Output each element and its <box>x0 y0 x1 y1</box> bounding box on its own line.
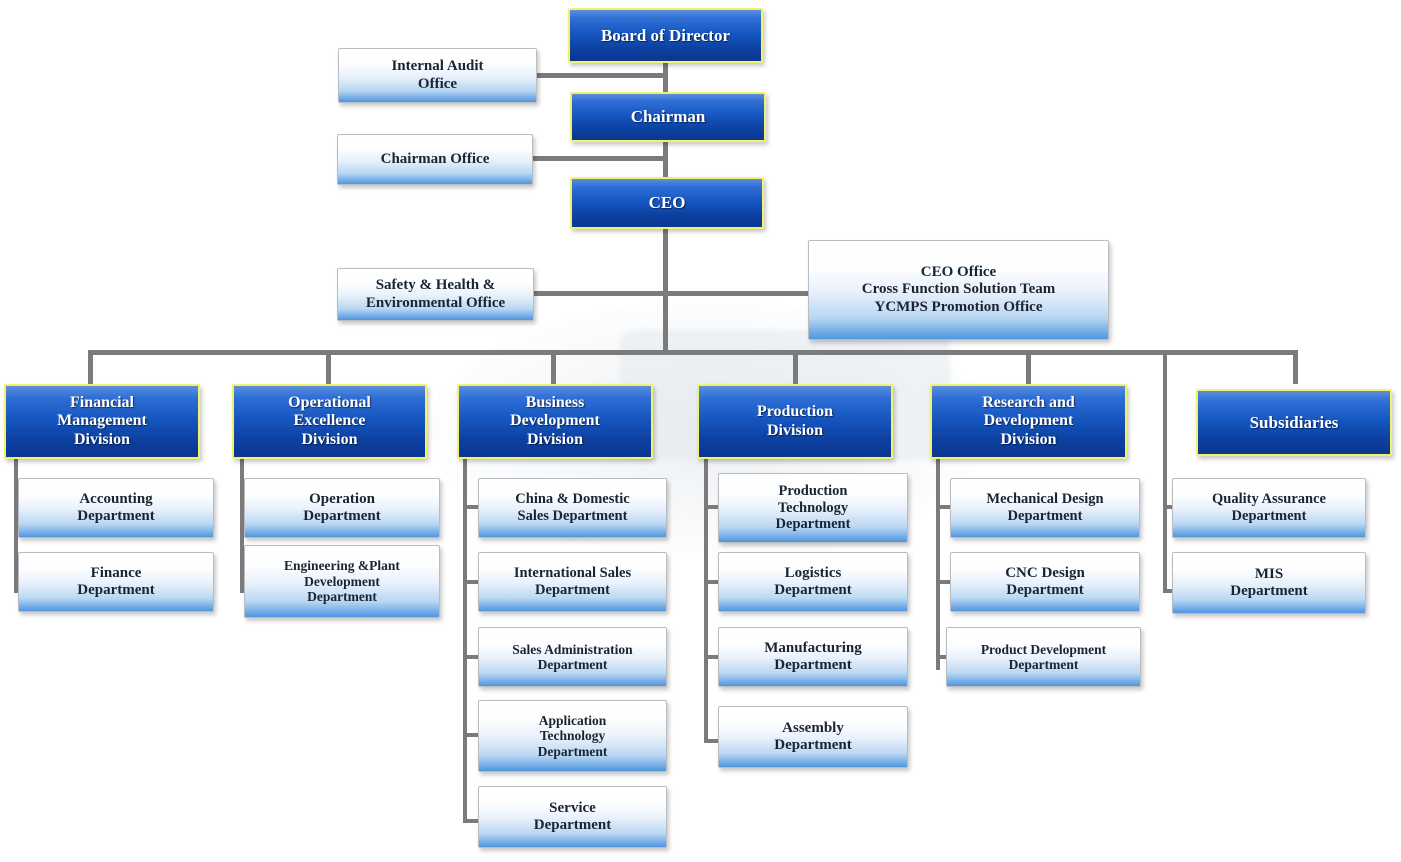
stub-china-domestic-sales <box>463 505 479 509</box>
node-business-development-division[interactable]: Business Development Division <box>457 384 653 459</box>
connector-bus-to-business-development <box>551 350 556 384</box>
node-research-development-division[interactable]: Research and Development Division <box>930 384 1127 459</box>
node-label: Safety & Health & Environmental Office <box>365 277 506 311</box>
connector-ceo-office-to-spine <box>663 291 810 296</box>
node-label: Production Division <box>756 403 834 439</box>
ceo-office-line-1: CEO Office <box>920 264 997 281</box>
node-label: Chairman Office <box>380 150 490 167</box>
node-label: Production Technology Department <box>775 483 851 533</box>
connector-safety-office-to-spine <box>529 291 665 296</box>
node-label: International Sales Department <box>513 565 632 598</box>
node-chairman-office[interactable]: Chairman Office <box>337 134 533 185</box>
node-product-development-department[interactable]: Product Development Department <box>946 627 1141 687</box>
node-international-sales-department[interactable]: International Sales Department <box>478 552 667 612</box>
connector-internal-audit-to-spine <box>531 73 665 78</box>
node-chairman[interactable]: Chairman <box>570 92 766 142</box>
node-label: Finance Department <box>77 564 155 598</box>
org-chart-canvas: Board of Director Chairman CEO Internal … <box>0 0 1401 862</box>
node-cnc-design-department[interactable]: CNC Design Department <box>950 552 1140 612</box>
node-label: Internal Audit Office <box>391 58 484 92</box>
node-label: CNC Design Department <box>1005 564 1085 598</box>
spine-business-development <box>463 456 467 823</box>
spine-research-development <box>936 456 940 670</box>
node-subsidiaries-division[interactable]: Subsidiaries <box>1196 389 1392 456</box>
connector-bus-to-financial-management <box>88 350 93 384</box>
stub-application-technology <box>463 733 479 737</box>
node-label: Quality Assurance Department <box>1212 491 1326 524</box>
node-label: Business Development Division <box>510 394 600 448</box>
connector-bus-to-operational-excellence <box>326 350 331 384</box>
node-ceo-office[interactable]: CEO Office Cross Function Solution Team … <box>808 240 1109 340</box>
node-label: Financial Management Division <box>57 394 147 448</box>
node-operational-excellence-division[interactable]: Operational Excellence Division <box>232 384 427 459</box>
node-quality-assurance-department[interactable]: Quality Assurance Department <box>1172 478 1366 538</box>
stub-service <box>463 819 479 823</box>
node-label: Subsidiaries <box>1249 412 1339 432</box>
node-application-technology-department[interactable]: Application Technology Department <box>478 700 667 772</box>
node-label: Manufacturing Department <box>764 639 862 673</box>
connector-division-bus <box>88 350 1298 355</box>
node-china-domestic-sales-department[interactable]: China & Domestic Sales Department <box>478 478 667 538</box>
node-label: Product Development Department <box>980 641 1107 672</box>
node-label: Research and Development Division <box>982 394 1075 448</box>
node-operation-department[interactable]: Operation Department <box>244 478 440 538</box>
node-ceo[interactable]: CEO <box>570 177 764 229</box>
node-manufacturing-department[interactable]: Manufacturing Department <box>718 627 908 687</box>
node-label: Board of Director <box>600 25 731 45</box>
node-label: Application Technology Department <box>537 712 608 759</box>
node-safety-health-environmental-office[interactable]: Safety & Health & Environmental Office <box>337 268 534 321</box>
stub-international-sales <box>463 580 479 584</box>
ceo-office-line-2: Cross Function Solution Team <box>861 281 1056 298</box>
node-label: Operation Department <box>303 490 381 524</box>
node-assembly-department[interactable]: Assembly Department <box>718 706 908 768</box>
node-label: Operational Excellence Division <box>288 394 371 448</box>
node-label: Logistics Department <box>774 564 852 598</box>
node-label: Sales Administration Department <box>512 641 633 672</box>
node-finance-department[interactable]: Finance Department <box>18 552 214 612</box>
node-service-department[interactable]: Service Department <box>478 786 667 848</box>
node-engineering-plant-development-department[interactable]: Engineering &Plant Development Department <box>244 545 440 618</box>
connector-bus-to-research-development <box>1026 350 1031 384</box>
stub-sales-administration <box>463 655 479 659</box>
node-logistics-department[interactable]: Logistics Department <box>718 552 908 612</box>
node-board-of-director[interactable]: Board of Director <box>568 8 763 63</box>
spine-subsidiaries <box>1163 350 1167 593</box>
node-label: Mechanical Design Department <box>986 491 1104 524</box>
connector-chairman-office-to-spine <box>529 156 665 161</box>
node-label: CEO <box>648 193 686 213</box>
node-production-technology-department[interactable]: Production Technology Department <box>718 473 908 543</box>
node-production-division[interactable]: Production Division <box>697 384 893 459</box>
node-accounting-department[interactable]: Accounting Department <box>18 478 214 538</box>
node-label: Engineering &Plant Development Department <box>284 558 400 605</box>
node-label: Assembly Department <box>774 719 852 753</box>
node-label: Service Department <box>533 799 612 833</box>
node-label: Accounting Department <box>77 490 155 524</box>
node-financial-management-division[interactable]: Financial Management Division <box>4 384 200 459</box>
connector-bus-to-subsidiaries <box>1293 350 1298 384</box>
node-internal-audit-office[interactable]: Internal Audit Office <box>338 48 537 103</box>
node-sales-administration-department[interactable]: Sales Administration Department <box>478 627 667 687</box>
node-mis-department[interactable]: MIS Department <box>1172 552 1366 614</box>
ceo-office-line-3: YCMPS Promotion Office <box>874 298 1043 315</box>
node-label: China & Domestic Sales Department <box>515 491 630 524</box>
spine-production <box>704 456 708 743</box>
connector-bus-to-production <box>793 350 798 384</box>
node-label: MIS Department <box>1230 565 1308 599</box>
node-label: Chairman <box>630 107 706 127</box>
node-mechanical-design-department[interactable]: Mechanical Design Department <box>950 478 1140 538</box>
